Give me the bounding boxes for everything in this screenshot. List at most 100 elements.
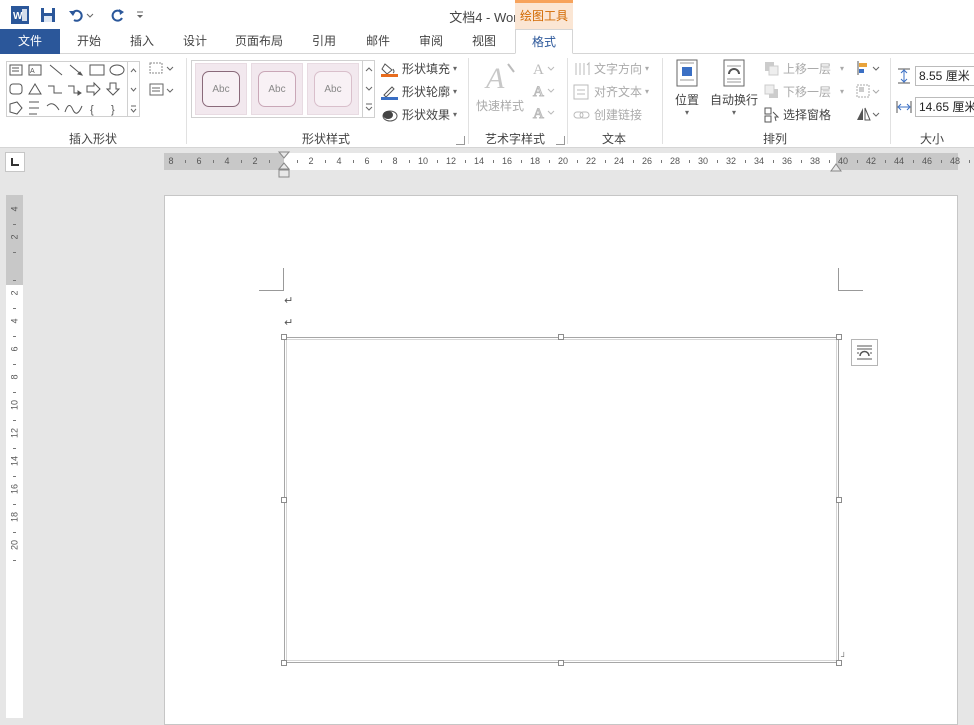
ruler-tick-label: 26 <box>641 156 652 166</box>
group-label-size: 大小 <box>919 132 944 146</box>
group-objects-icon[interactable] <box>855 83 881 99</box>
styles-gallery-scroll[interactable] <box>362 60 375 118</box>
create-link-button[interactable]: 创建链接 <box>573 106 642 123</box>
quick-styles-button[interactable]: A 快速样式 <box>474 58 526 116</box>
shape-style-option-2[interactable]: Abc <box>251 63 303 115</box>
ruler-tick-label: 46 <box>921 156 932 166</box>
ruler-minor-tick <box>913 160 914 163</box>
indent-marker-icon[interactable] <box>277 151 291 179</box>
ruler-tick-label: 2 <box>308 156 314 166</box>
layout-options-button[interactable] <box>851 339 878 366</box>
shape-height-input[interactable]: 8.55 厘米 <box>915 66 974 86</box>
svg-text:A: A <box>484 62 505 94</box>
align-text-icon <box>573 84 589 99</box>
wrap-text-button[interactable]: 自动换行 ▾ <box>708 58 760 124</box>
tab-insert[interactable]: 插入 <box>118 29 166 54</box>
right-indent-marker-icon[interactable] <box>830 162 842 172</box>
ruler-tick-label: 16 <box>501 156 512 166</box>
ruler-tick-label: 28 <box>669 156 680 166</box>
ruler-minor-tick <box>493 160 494 163</box>
quick-styles-label: 快速样式 <box>475 99 524 113</box>
ruler-tick-label: 2 <box>9 234 20 240</box>
shape-effects-button[interactable]: 形状效果 ▾ <box>381 106 457 123</box>
resize-handle[interactable] <box>836 334 842 340</box>
text-box-icon[interactable] <box>148 82 174 98</box>
tab-references[interactable]: 引用 <box>300 29 348 54</box>
shape-height-icon <box>896 68 912 84</box>
dropdown-arrow-icon: ▾ <box>840 87 845 96</box>
resize-handle[interactable] <box>558 660 564 666</box>
text-direction-button[interactable]: 文字方向 ▾ <box>573 60 649 77</box>
ruler-minor-tick <box>773 160 774 163</box>
align-text-button[interactable]: 对齐文本 ▾ <box>573 83 649 100</box>
shape-outline-label: 形状轮廓 <box>402 85 451 99</box>
shape-style-option-3[interactable]: Abc <box>307 63 359 115</box>
dialog-launcher-icon[interactable] <box>556 136 565 145</box>
bring-forward-icon <box>765 61 779 75</box>
ruler-minor-tick <box>661 160 662 163</box>
shape-width-icon <box>896 99 912 115</box>
dialog-launcher-icon[interactable] <box>456 136 465 145</box>
svg-text:A: A <box>533 62 544 78</box>
shape-effects-label: 形状效果 <box>402 108 451 122</box>
ruler-tick-label: 8 <box>392 156 398 166</box>
tab-selector-button[interactable] <box>5 152 25 172</box>
rotate-objects-icon[interactable] <box>855 106 881 122</box>
resize-handle[interactable] <box>558 334 564 340</box>
ruler-minor-tick <box>941 160 942 163</box>
shapes-gallery-scroll[interactable] <box>128 61 140 117</box>
ruler-minor-tick <box>885 160 886 163</box>
tab-page-layout[interactable]: 页面布局 <box>226 29 292 54</box>
tab-home[interactable]: 开始 <box>64 29 114 54</box>
group-label-wordart-styles: 艺术字样式 <box>484 132 545 146</box>
resize-handle[interactable] <box>836 497 842 503</box>
ruler-minor-tick <box>409 160 410 163</box>
dropdown-arrow-icon: ▾ <box>731 108 736 117</box>
tab-review[interactable]: 审阅 <box>406 29 456 54</box>
ruler-minor-tick <box>745 160 746 163</box>
resize-handle[interactable] <box>281 497 287 503</box>
shape-fill-button[interactable]: 形状填充 ▾ <box>381 60 457 77</box>
group-separator <box>468 58 469 144</box>
dropdown-arrow-icon: ▾ <box>684 108 689 117</box>
ruler-tick-label: 42 <box>865 156 876 166</box>
group-label-insert-shapes: 插入形状 <box>68 132 117 146</box>
shape-effects-icon <box>382 110 398 121</box>
tab-mailings[interactable]: 邮件 <box>354 29 402 54</box>
ruler-tick-label: 6 <box>9 346 20 352</box>
send-backward-button[interactable]: 下移一层 ▾ <box>764 83 844 100</box>
drawing-canvas[interactable] <box>284 337 839 663</box>
resize-handle[interactable] <box>281 334 287 340</box>
paint-bucket-icon <box>381 62 398 77</box>
align-objects-icon[interactable] <box>855 60 881 76</box>
wrap-text-label: 自动换行 <box>709 93 758 107</box>
tab-design[interactable]: 设计 <box>170 29 220 54</box>
create-link-label: 创建链接 <box>594 108 643 122</box>
ruler-tick-label: 4 <box>9 318 20 324</box>
selection-pane-button[interactable]: 选择窗格 <box>764 106 831 123</box>
shape-outline-button[interactable]: 形状轮廓 ▾ <box>381 83 457 100</box>
shape-width-input[interactable]: 14.65 厘米 <box>915 97 974 117</box>
shapes-gallery[interactable]: A { } <box>6 61 128 117</box>
tab-format[interactable]: 格式 <box>515 29 573 54</box>
ruler-tick-label: 8 <box>9 374 20 380</box>
ruler-tick-label: 8 <box>168 156 174 166</box>
ruler-minor-tick <box>13 560 16 561</box>
bring-forward-button[interactable]: 上移一层 ▾ <box>764 60 844 77</box>
ruler-tick-label: 4 <box>224 156 230 166</box>
ruler-tick-label: 2 <box>252 156 258 166</box>
paragraph-mark: ↵ <box>284 317 294 329</box>
resize-handle[interactable] <box>281 660 287 666</box>
ruler-minor-tick <box>577 160 578 163</box>
shape-fill-label: 形状填充 <box>402 62 451 76</box>
position-button[interactable]: 位置 ▾ <box>668 58 706 124</box>
shape-style-preview: Abc <box>314 71 352 107</box>
ruler-minor-tick <box>13 280 16 281</box>
shape-style-option-1[interactable]: Abc <box>195 63 247 115</box>
edit-shape-icon[interactable] <box>148 60 174 76</box>
tab-view[interactable]: 视图 <box>460 29 508 54</box>
tab-file[interactable]: 文件 <box>0 29 60 54</box>
text-effects-icon: A <box>533 106 555 123</box>
svg-text:A: A <box>533 84 544 100</box>
ruler-minor-tick <box>969 160 970 163</box>
